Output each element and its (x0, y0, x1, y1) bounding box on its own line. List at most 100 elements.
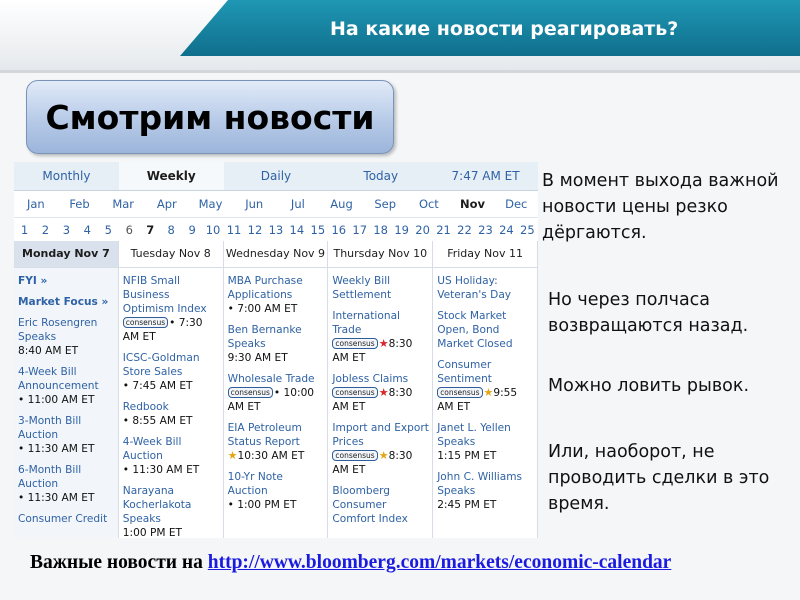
day-link[interactable]: 4 (77, 218, 98, 242)
day-events: NFIB Small Business Optimism Index consen… (119, 268, 223, 538)
event-name-link[interactable]: FYI » (18, 274, 115, 288)
event-name-link[interactable]: Eric Rosengren Speaks (18, 316, 115, 344)
day-link[interactable]: 5 (98, 218, 119, 242)
calendar-event: 3-Month Bill Auction • 11:30 AM ET (18, 414, 115, 456)
event-name-link[interactable]: Redbook (123, 400, 220, 414)
event-name-link[interactable]: Ben Bernanke Speaks (228, 323, 325, 351)
day-link[interactable]: 2 (35, 218, 56, 242)
gold-star-icon: ★ (227, 449, 238, 462)
calendar-event: Redbook • 8:55 AM ET (123, 400, 220, 428)
event-name-link[interactable]: Jobless Claims (332, 372, 429, 386)
day-link[interactable]: 6 (119, 218, 140, 242)
day-link[interactable]: 20 (412, 218, 433, 242)
event-name-link[interactable]: Market Focus » (18, 295, 115, 309)
calendar-event: MBA Purchase Applications • 7:00 AM ET (228, 274, 325, 316)
event-name-link[interactable]: 4-Week Bill Auction (123, 435, 220, 463)
event-name-link[interactable]: Consumer Sentiment (437, 358, 534, 386)
event-time-text: • 8:55 AM ET (122, 415, 193, 427)
event-time: • 11:00 AM ET (18, 393, 115, 407)
consensus-badge[interactable]: consensus (437, 387, 483, 398)
consensus-badge[interactable]: consensus (122, 317, 169, 328)
event-name-link[interactable]: Bloomberg Consumer Comfort Index (332, 484, 429, 526)
day-column-header: Thursday Nov 10 (328, 241, 433, 268)
month-link[interactable]: Jul (276, 191, 320, 217)
day-link[interactable]: 14 (286, 218, 307, 242)
calendar-event: Ben Bernanke Speaks 9:30 AM ET (228, 323, 325, 365)
day-link[interactable]: 15 (307, 218, 328, 242)
day-link[interactable]: 10 (203, 218, 224, 242)
consensus-badge[interactable]: consensus (332, 450, 378, 461)
day-link[interactable]: 22 (454, 218, 475, 242)
event-name-link[interactable]: NFIB Small Business Optimism Index (123, 274, 220, 316)
event-name-link[interactable]: Janet L. Yellen Speaks (437, 421, 534, 449)
consensus-badge[interactable]: consensus (332, 387, 378, 398)
calendar-event: US Holiday: Veteran's Day (437, 274, 534, 302)
event-time: consensus ★8:30 AM ET (332, 449, 429, 477)
source-link[interactable]: http://www.bloomberg.com/markets/economi… (208, 552, 672, 573)
day-link[interactable]: 17 (349, 218, 370, 242)
event-name-link[interactable]: 4-Week Bill Announcement (18, 365, 115, 393)
event-time: 2:45 PM ET (437, 498, 534, 512)
event-time: • 7:45 AM ET (123, 379, 220, 393)
calendar-day-column: Thursday Nov 10 Weekly Bill Settlement Int… (328, 241, 434, 538)
event-name-link[interactable]: 6-Month Bill Auction (18, 463, 115, 491)
consensus-badge[interactable]: consensus (227, 387, 273, 398)
calendar-event: Import and Export Prices consensus ★8:30 A… (332, 421, 429, 477)
month-link[interactable]: Feb (58, 191, 102, 217)
day-link[interactable]: 12 (244, 218, 265, 242)
calendar-tab[interactable]: Today (328, 162, 433, 190)
event-name-link[interactable]: International Trade (332, 309, 429, 337)
event-time: • 11:30 AM ET (18, 491, 115, 505)
event-time: ★10:30 AM ET (228, 449, 325, 463)
event-time-text: • 1:00 PM ET (227, 499, 297, 511)
day-link[interactable]: 19 (391, 218, 412, 242)
month-link[interactable]: Mar (101, 191, 145, 217)
event-name-link[interactable]: MBA Purchase Applications (228, 274, 325, 302)
month-link[interactable]: Jan (14, 191, 58, 217)
calendar-event: NFIB Small Business Optimism Index consen… (122, 274, 220, 344)
event-name-link[interactable]: John C. Williams Speaks (437, 470, 534, 498)
day-link[interactable]: 18 (370, 218, 391, 242)
event-name-link[interactable]: 3-Month Bill Auction (18, 414, 115, 442)
gold-star-icon: ★ (483, 386, 494, 399)
calendar-tab[interactable]: Monthly (14, 162, 119, 190)
event-name-link[interactable]: Wholesale Trade (228, 372, 325, 386)
consensus-badge[interactable]: consensus (332, 338, 378, 349)
day-link[interactable]: 11 (224, 218, 245, 242)
month-link[interactable]: Apr (145, 191, 189, 217)
day-link[interactable]: 21 (433, 218, 454, 242)
day-link[interactable]: 13 (265, 218, 286, 242)
day-link[interactable]: 23 (475, 218, 496, 242)
calendar-tab[interactable]: Weekly (118, 162, 224, 190)
month-link[interactable]: Oct (407, 191, 451, 217)
event-name-link[interactable]: Stock Market Open, Bond Market Closed (437, 309, 534, 351)
day-link[interactable]: 7 (140, 218, 161, 242)
day-link[interactable]: 16 (328, 218, 349, 242)
month-link[interactable]: Aug (320, 191, 364, 217)
event-name-link[interactable]: EIA Petroleum Status Report (228, 421, 325, 449)
day-link[interactable]: 8 (161, 218, 182, 242)
day-link[interactable]: 1 (14, 218, 35, 242)
month-link[interactable]: Sep (363, 191, 407, 217)
month-link[interactable]: Nov (451, 191, 495, 217)
event-name-link[interactable]: Import and Export Prices (332, 421, 429, 449)
event-name-link[interactable]: Weekly Bill Settlement (332, 274, 429, 302)
calendar-event: Market Focus » (18, 295, 115, 309)
day-link[interactable]: 3 (56, 218, 77, 242)
day-link[interactable]: 25 (517, 218, 538, 242)
event-time: 9:30 AM ET (228, 351, 325, 365)
day-link[interactable]: 24 (496, 218, 517, 242)
day-link[interactable]: 9 (182, 218, 203, 242)
event-name-link[interactable]: Consumer Credit (18, 512, 115, 526)
event-name-link[interactable]: Narayana Kocherlakota Speaks (123, 484, 220, 526)
day-events: FYI » Market Focus » Eric Rosengren Speaks… (14, 268, 118, 526)
calendar-tab[interactable]: Daily (224, 162, 329, 190)
event-time: 1:00 PM ET (123, 526, 220, 538)
event-name-link[interactable]: ICSC-Goldman Store Sales (123, 351, 220, 379)
month-link[interactable]: Dec (494, 191, 538, 217)
month-link[interactable]: Jun (232, 191, 276, 217)
event-name-link[interactable]: 10-Yr Note Auction (228, 470, 325, 498)
calendar-event: 4-Week Bill Announcement • 11:00 AM ET (18, 365, 115, 407)
month-link[interactable]: May (189, 191, 233, 217)
event-name-link[interactable]: US Holiday: Veteran's Day (437, 274, 534, 302)
